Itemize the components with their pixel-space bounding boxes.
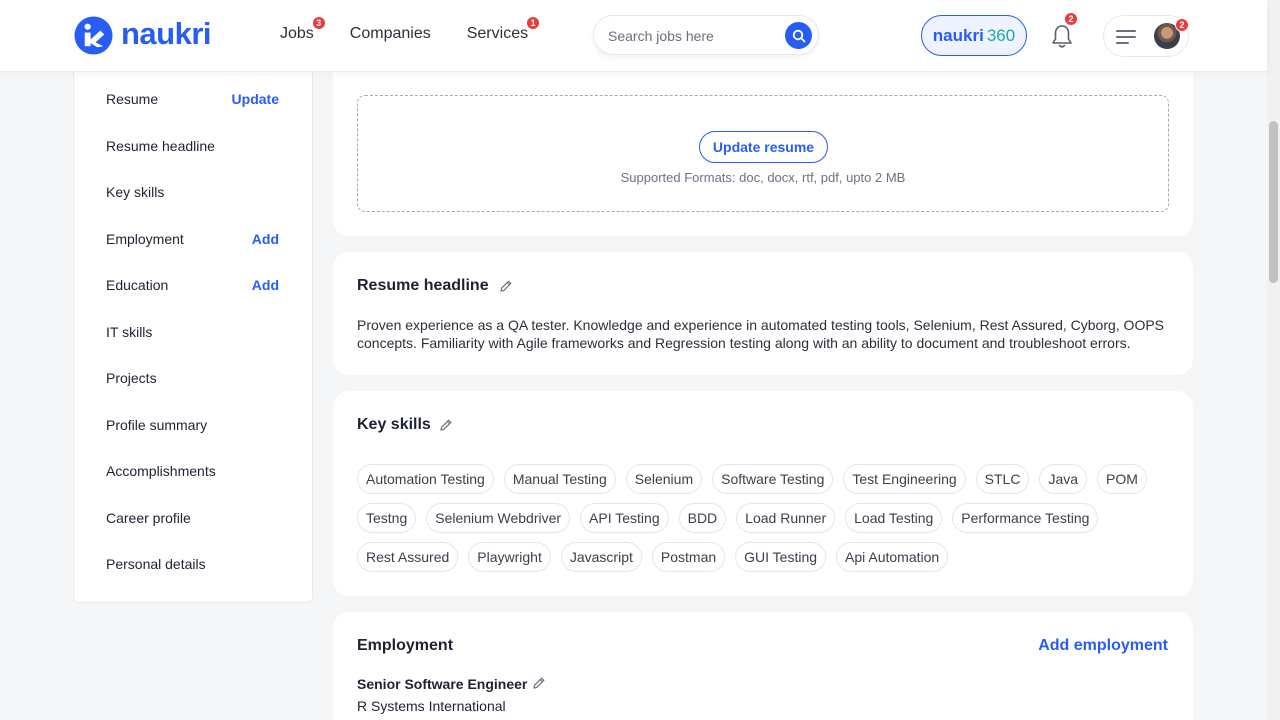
bell-icon[interactable] bbox=[1048, 22, 1076, 50]
job-title: Senior Software Engineer bbox=[357, 676, 528, 692]
job-search bbox=[593, 15, 819, 55]
key-skills-card: Key skills Automation Testing Manual Tes… bbox=[333, 391, 1193, 596]
resume-headline-text: Proven experience as a QA tester. Knowle… bbox=[357, 317, 1165, 351]
skill-chip: Load Testing bbox=[845, 503, 943, 533]
sidebar-item-education[interactable]: Education Add bbox=[106, 274, 279, 296]
skill-chip: POM bbox=[1097, 464, 1147, 494]
resume-headline-title: Resume headline bbox=[357, 277, 489, 294]
skill-chip: Javascript bbox=[560, 542, 642, 572]
key-skills-title: Key skills bbox=[357, 416, 431, 433]
edit-pencil-icon[interactable] bbox=[439, 418, 453, 432]
sidebar-item-label: Employment bbox=[106, 231, 184, 247]
sidebar-item-label: Personal details bbox=[106, 556, 206, 572]
skills-chip-list: Automation Testing Manual Testing Seleni… bbox=[357, 464, 1157, 572]
naukri-logo-icon bbox=[74, 16, 113, 55]
skill-chip: API Testing bbox=[580, 503, 669, 533]
add-employment-link[interactable]: Add employment bbox=[1038, 637, 1168, 655]
notifications-badge: 2 bbox=[1064, 12, 1078, 26]
company-name: R Systems International bbox=[357, 698, 506, 714]
sidebar-item-personal-details[interactable]: Personal details bbox=[106, 553, 279, 575]
sidebar-item-career-profile[interactable]: Career profile bbox=[106, 507, 279, 529]
nav-companies-label: Companies bbox=[349, 25, 431, 42]
nav-jobs[interactable]: Jobs 3 bbox=[280, 16, 326, 44]
education-add-link[interactable]: Add bbox=[252, 277, 279, 293]
menu-badge: 2 bbox=[1175, 18, 1189, 32]
skill-chip: Manual Testing bbox=[503, 464, 616, 494]
update-resume-button[interactable]: Update resume bbox=[699, 131, 828, 163]
sidebar-item-label: Resume bbox=[106, 91, 159, 107]
skill-chip: Performance Testing bbox=[952, 503, 1099, 533]
skill-chip: Selenium bbox=[625, 464, 703, 494]
nav-jobs-label: Jobs bbox=[280, 25, 314, 42]
services-badge: 1 bbox=[526, 16, 541, 30]
sidebar-item-it-skills[interactable]: IT skills bbox=[106, 321, 279, 343]
resume-headline-card: Resume headline Proven experience as a Q… bbox=[333, 252, 1193, 375]
sidebar-item-label: IT skills bbox=[106, 324, 153, 340]
sidebar-item-label: Career profile bbox=[106, 510, 191, 526]
logo-text: naukri bbox=[121, 16, 212, 51]
nav-companies[interactable]: Companies bbox=[350, 24, 431, 44]
search-input[interactable] bbox=[608, 26, 778, 46]
skill-chip: Test Engineering bbox=[843, 464, 966, 494]
edit-pencil-icon[interactable] bbox=[532, 676, 546, 690]
sidebar-item-label: Accomplishments bbox=[106, 463, 216, 479]
edit-pencil-icon[interactable] bbox=[499, 279, 513, 293]
sidebar-item-label: Resume headline bbox=[106, 138, 215, 154]
main-nav: Jobs 3 Companies Services 1 bbox=[280, 16, 541, 44]
sidebar-item-employment[interactable]: Employment Add bbox=[106, 228, 279, 250]
hamburger-icon bbox=[1116, 30, 1136, 44]
skill-chip: Testng bbox=[357, 503, 417, 533]
skill-chip: Selenium Webdriver bbox=[426, 503, 571, 533]
skill-chip: GUI Testing bbox=[735, 542, 827, 572]
sidebar-item-resume-headline[interactable]: Resume headline bbox=[106, 135, 279, 157]
resume-update-link[interactable]: Update bbox=[232, 91, 279, 107]
skill-chip: Playwright bbox=[468, 542, 551, 572]
sidebar-item-accomplishments[interactable]: Accomplishments bbox=[106, 460, 279, 482]
naukri-360-brand: naukri bbox=[932, 25, 984, 45]
naukri-360-number: 360 bbox=[986, 25, 1016, 45]
resume-drop-zone[interactable]: Update resume Supported Formats: doc, do… bbox=[357, 95, 1169, 212]
sidebar-item-resume[interactable]: Resume Update bbox=[106, 88, 279, 110]
skill-chip: Load Runner bbox=[736, 503, 836, 533]
employment-card: Employment Add employment Senior Softwar… bbox=[333, 612, 1193, 720]
scrollbar-thumb[interactable] bbox=[1269, 121, 1278, 283]
skill-chip: Software Testing bbox=[712, 464, 834, 494]
naukri-360-button[interactable]: naukri 360 bbox=[921, 15, 1027, 56]
sidebar-item-profile-summary[interactable]: Profile summary bbox=[106, 414, 279, 436]
skill-chip: Rest Assured bbox=[357, 542, 459, 572]
sidebar-item-label: Profile summary bbox=[106, 417, 208, 433]
sidebar-item-label: Key skills bbox=[106, 184, 165, 200]
jobs-badge: 3 bbox=[311, 16, 326, 30]
sidebar-item-projects[interactable]: Projects bbox=[106, 367, 279, 389]
sidebar-item-label: Projects bbox=[106, 370, 157, 386]
employment-title: Employment bbox=[357, 637, 454, 654]
top-header: naukri Jobs 3 Companies Services 1 naukr… bbox=[0, 0, 1267, 72]
skill-chip: Automation Testing bbox=[357, 464, 494, 494]
skill-chip: Api Automation bbox=[836, 542, 949, 572]
sidebar-item-key-skills[interactable]: Key skills bbox=[106, 181, 279, 203]
skill-chip: BDD bbox=[678, 503, 727, 533]
page-scrollbar[interactable] bbox=[1267, 0, 1280, 720]
skill-chip: STLC bbox=[975, 464, 1030, 494]
naukri-logo[interactable]: naukri bbox=[74, 16, 212, 55]
employment-add-link[interactable]: Add bbox=[252, 231, 279, 247]
supported-formats-text: Supported Formats: doc, docx, rtf, pdf, … bbox=[620, 170, 906, 185]
sidebar-item-label: Education bbox=[106, 277, 169, 293]
nav-services-label: Services bbox=[466, 25, 529, 42]
search-button[interactable] bbox=[785, 22, 812, 49]
search-icon bbox=[792, 29, 805, 42]
skill-chip: Java bbox=[1039, 464, 1088, 494]
quick-links-sidebar: Resume Update Resume headline Key skills… bbox=[73, 52, 313, 603]
skill-chip: Postman bbox=[651, 542, 726, 572]
nav-services[interactable]: Services 1 bbox=[466, 16, 541, 44]
